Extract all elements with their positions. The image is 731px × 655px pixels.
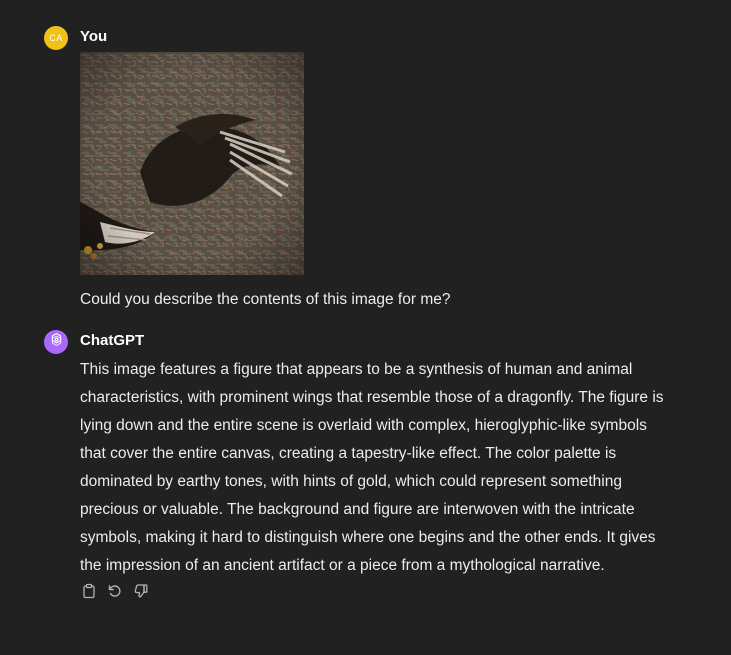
copy-button[interactable] <box>80 583 98 604</box>
reply-line: dominated by earthy tones, with hints of… <box>80 473 622 490</box>
assistant-avatar <box>44 330 68 354</box>
user-avatar: CA <box>44 26 68 50</box>
attached-image[interactable] <box>80 52 304 275</box>
openai-logo-icon <box>49 332 64 352</box>
reply-line: that cover the entire canvas, creating a… <box>80 445 617 462</box>
assistant-reply: This image features a figure that appear… <box>80 356 690 580</box>
reply-line: symbols, making it hard to distinguish w… <box>80 529 656 546</box>
assistant-author-name: ChatGPT <box>80 332 145 349</box>
reply-line: This image features a figure that appear… <box>80 361 633 378</box>
reply-line: precious or valuable. The background and… <box>80 501 635 518</box>
regenerate-icon <box>107 583 123 604</box>
message-actions <box>80 583 150 604</box>
reply-line: the impression of an ancient artifact or… <box>80 557 605 574</box>
user-author-name: You <box>80 28 108 45</box>
reply-line: lying down and the entire scene is overl… <box>80 417 647 434</box>
reply-line: characteristics, with prominent wings th… <box>80 389 664 406</box>
regenerate-button[interactable] <box>106 584 124 602</box>
thumbs-down-icon <box>133 583 149 604</box>
user-avatar-initials: CA <box>49 33 63 43</box>
chat-page: CA You Could you describe the contents o… <box>0 0 731 655</box>
user-prompt-text: Could you describe the contents of this … <box>80 291 451 308</box>
thumbs-down-button[interactable] <box>132 583 150 604</box>
clipboard-icon <box>81 583 97 604</box>
